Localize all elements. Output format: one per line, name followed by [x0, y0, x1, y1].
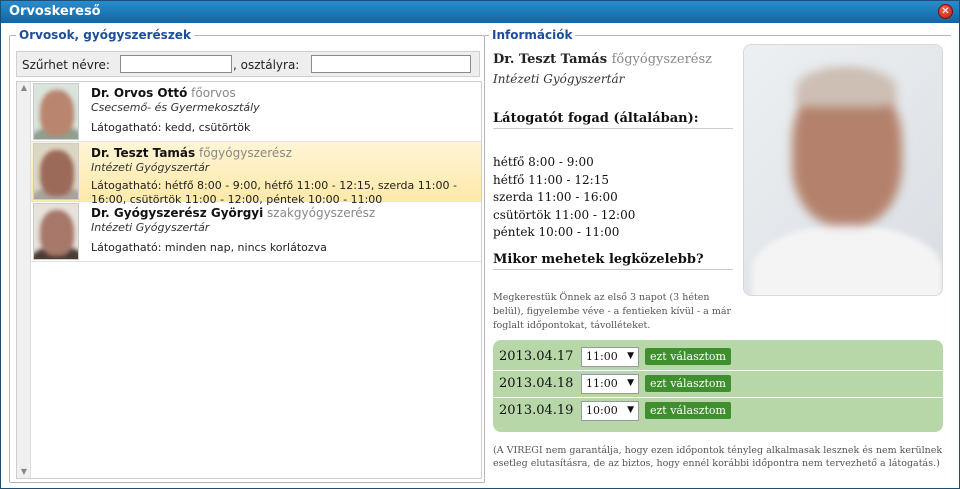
visiting-hour: hétfő 11:00 - 12:15	[493, 172, 609, 187]
avatar	[33, 203, 79, 260]
visiting-hours-list: hétfő 8:00 - 9:00 hétfő 11:00 - 12:15 sz…	[493, 154, 635, 242]
info-doctor-name: Dr. Teszt Tamás	[493, 52, 608, 67]
next-visit-heading: Mikor mehetek legközelebb?	[493, 252, 733, 270]
choose-slot-button[interactable]: ezt választom	[645, 348, 731, 365]
slot-time-select[interactable]: 10:00 ▼	[581, 401, 639, 421]
doctors-fieldset: Orvosok, gyógyszerészek Szűrhet névre: ,…	[9, 28, 485, 483]
slot-date: 2013.04.17	[499, 349, 574, 364]
doctor-title: szakgyógyszerész	[267, 206, 376, 220]
slot-time-select[interactable]: 11:00 ▼	[581, 374, 639, 394]
doctor-row[interactable]: Dr. Gyógyszerész Györgyi szakgyógyszerés…	[31, 202, 481, 262]
info-doctor-dept: Intézeti Gyógyszertár	[493, 72, 625, 86]
chevron-down-icon: ▼	[627, 405, 634, 415]
slot-time-select[interactable]: 11:00 ▼	[581, 347, 639, 367]
choose-slot-button[interactable]: ezt választom	[645, 375, 731, 392]
slot-date: 2013.04.18	[499, 376, 574, 391]
disclaimer-text: (A VIREGI nem garantálja, hogy ezen időp…	[493, 445, 943, 469]
close-icon[interactable]: ✕	[938, 4, 953, 19]
scroll-down-icon[interactable]: ▼	[17, 466, 31, 478]
slot-row: 2013.04.17 11:00 ▼ ezt választom	[493, 344, 943, 371]
doctor-visit: Látogatható: minden nap, nincs korlátozv…	[91, 241, 327, 254]
doctor-name: Dr. Teszt Tamás	[91, 146, 196, 160]
dialog-content: Orvosok, gyógyszerészek Szűrhet névre: ,…	[1, 23, 959, 488]
dept-filter-label: , osztályra:	[233, 58, 300, 72]
doctor-title: főorvos	[191, 86, 236, 100]
doctor-photo	[743, 44, 943, 296]
slot-row: 2013.04.19 10:00 ▼ ezt választom	[493, 398, 943, 425]
filter-bar: Szűrhet névre: , osztályra:	[16, 51, 480, 77]
doctor-finder-dialog: Orvoskereső ✕ Orvosok, gyógyszerészek Sz…	[0, 0, 960, 489]
doctor-list: ▲ ▼ Dr. Orvos Ottó főorvos Csecsemő- és …	[16, 81, 482, 479]
name-filter-input[interactable]	[120, 55, 232, 73]
chevron-down-icon: ▼	[627, 351, 634, 361]
dialog-titlebar[interactable]: Orvoskereső ✕	[1, 1, 959, 23]
choose-slot-button[interactable]: ezt választom	[645, 402, 731, 419]
dialog-title: Orvoskereső	[9, 4, 101, 19]
slot-row: 2013.04.18 11:00 ▼ ezt választom	[493, 371, 943, 398]
doctor-row[interactable]: Dr. Orvos Ottó főorvos Csecsemő- és Gyer…	[31, 82, 481, 142]
visiting-hour: hétfő 8:00 - 9:00	[493, 155, 594, 169]
doctor-dept: Intézeti Gyógyszertár	[91, 221, 210, 234]
avatar	[33, 143, 79, 200]
dept-filter-input[interactable]	[311, 55, 471, 73]
visiting-hours-heading: Látogatót fogad (általában):	[493, 111, 733, 129]
doctor-row-selected[interactable]: Dr. Teszt Tamás főgyógyszerész Intézeti …	[31, 142, 481, 206]
info-legend: Információk	[489, 28, 576, 42]
name-filter-label: Szűrhet névre:	[22, 58, 110, 72]
doctor-title: főgyógyszerész	[198, 146, 292, 160]
info-fieldset: Információk Dr. Teszt Tamás főgyógyszeré…	[485, 28, 951, 483]
list-scrollbar[interactable]: ▲ ▼	[17, 82, 31, 478]
visiting-hour: csütörtök 11:00 - 12:00	[493, 207, 636, 222]
info-doctor-title: főgyógyszerész	[611, 52, 713, 67]
doctor-visit: Látogatható: kedd, csütörtök	[91, 121, 251, 134]
doctor-dept: Intézeti Gyógyszertár	[91, 161, 210, 174]
doctor-name: Dr. Gyógyszerész Györgyi	[91, 206, 264, 220]
doctor-dept: Csecsemő- és Gyermekosztály	[91, 101, 260, 114]
info-doctor-heading: Dr. Teszt Tamás főgyógyszerész	[493, 52, 712, 67]
visiting-hour: szerda 11:00 - 16:00	[493, 190, 618, 204]
visiting-hour: péntek 10:00 - 11:00	[493, 225, 620, 239]
chevron-down-icon: ▼	[627, 378, 634, 388]
scroll-up-icon[interactable]: ▲	[17, 82, 31, 94]
next-visit-note: Megkerestük Önnek az első 3 napot (3 hét…	[493, 292, 732, 331]
avatar	[33, 83, 79, 140]
doctor-name: Dr. Orvos Ottó	[91, 86, 188, 100]
appointment-slots: 2013.04.17 11:00 ▼ ezt választom 2013.04…	[493, 340, 943, 432]
doctors-legend: Orvosok, gyógyszerészek	[16, 28, 194, 42]
slot-date: 2013.04.19	[499, 403, 574, 418]
